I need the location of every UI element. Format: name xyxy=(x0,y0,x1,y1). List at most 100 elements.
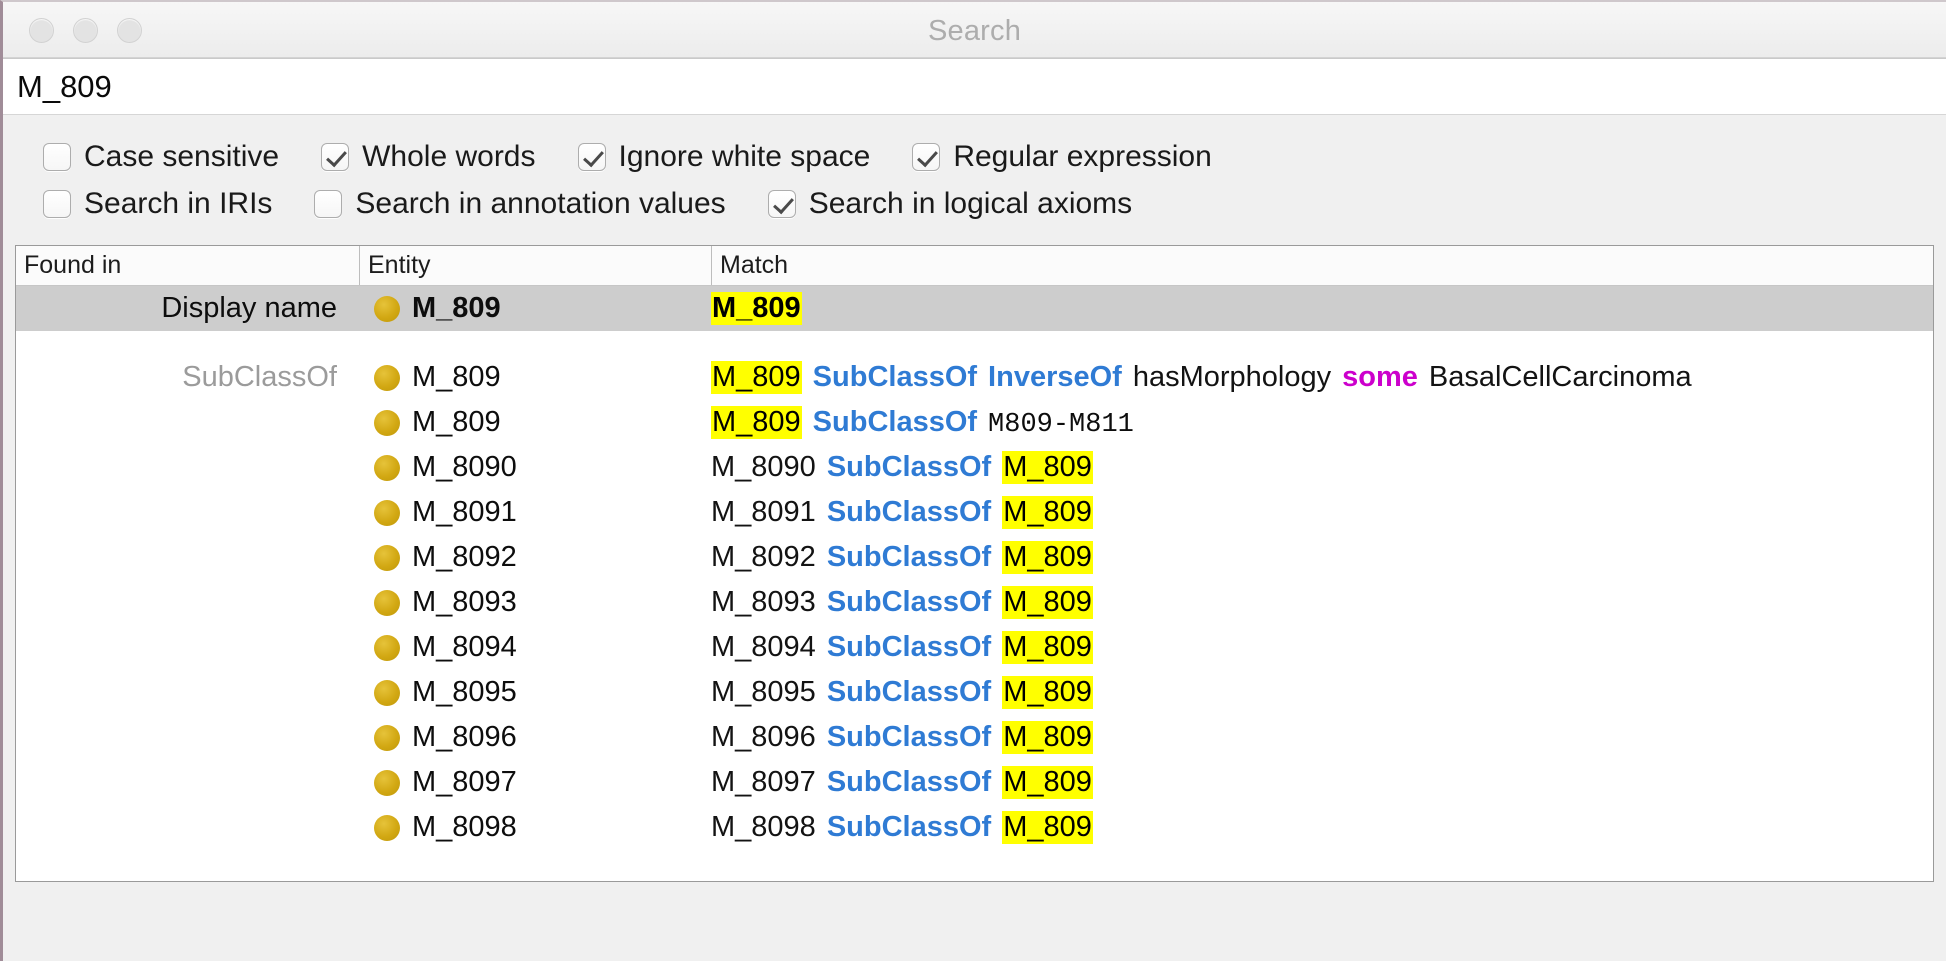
checked-checkbox-icon[interactable] xyxy=(767,189,796,218)
class-entity-icon xyxy=(374,295,400,322)
cell-match: M_8096 SubClassOf M_809 xyxy=(711,721,1933,754)
checkbox-label: Whole words xyxy=(362,139,536,173)
cell-match: M_8095 SubClassOf M_809 xyxy=(711,676,1933,709)
entity-label: M_809 xyxy=(412,361,501,393)
match-token: M_8097 xyxy=(711,766,816,798)
cell-entity: M_8090 xyxy=(359,451,711,484)
entity-label: M_8090 xyxy=(412,451,517,483)
table-row[interactable]: M_809 M_809 SubClassOf M809-M811 xyxy=(16,400,1933,445)
class-entity-icon xyxy=(374,364,400,391)
match-token: M_8090 xyxy=(711,451,816,483)
cell-match: M_8090 SubClassOf M_809 xyxy=(711,451,1933,484)
table-row[interactable]: M_8093 M_8093 SubClassOf M_809 xyxy=(16,580,1933,625)
match-token: some xyxy=(1342,361,1418,393)
table-row[interactable]: SubClassOf M_809 M_809 SubClassOf InverseOf h… xyxy=(16,355,1933,400)
entity-label: M_809 xyxy=(412,406,501,438)
match-token: SubClassOf xyxy=(826,676,992,708)
match-token: BasalCellCarcinoma xyxy=(1428,361,1692,393)
match-token: SubClassOf xyxy=(826,451,992,483)
entity-label: M_809 xyxy=(412,292,501,324)
checkbox-search-in-annotation-values[interactable]: Search in annotation values xyxy=(314,186,726,221)
table-row[interactable]: M_8092 M_8092 SubClassOf M_809 xyxy=(16,535,1933,580)
search-options-panel: Case sensitive Whole words Ignore white sp… xyxy=(3,115,1946,241)
match-token: M_809 xyxy=(1002,451,1093,484)
class-entity-icon xyxy=(374,769,400,796)
cell-found-in: Display name xyxy=(161,292,337,324)
match-token: SubClassOf xyxy=(826,496,992,528)
match-token: M809-M811 xyxy=(988,409,1134,440)
cell-match: M_8094 SubClassOf M_809 xyxy=(711,631,1933,664)
match-token: SubClassOf xyxy=(826,721,992,753)
cell-match: M_8098 SubClassOf M_809 xyxy=(711,811,1933,844)
search-window: Search Case sensitive Whole words Ignore w… xyxy=(0,0,1946,961)
match-token: SubClassOf xyxy=(826,766,992,798)
search-input[interactable] xyxy=(13,68,1936,105)
checkbox-label: Search in annotation values xyxy=(355,186,726,220)
checkbox-search-in-iris[interactable]: Search in IRIs xyxy=(43,187,272,221)
entity-label: M_8094 xyxy=(412,631,517,663)
checkbox-regular-expression[interactable]: Regular expression xyxy=(912,139,1212,174)
match-token: hasMorphology xyxy=(1132,361,1332,393)
checkbox-label: Ignore white space xyxy=(618,139,871,173)
match-token: M_809 xyxy=(1002,811,1093,844)
table-row[interactable]: M_8091 M_8091 SubClassOf M_809 xyxy=(16,490,1933,535)
cell-entity: M_8093 xyxy=(359,586,711,619)
match-token: SubClassOf xyxy=(812,361,978,393)
entity-label: M_8097 xyxy=(412,766,517,798)
match-token: SubClassOf xyxy=(826,586,992,618)
entity-label: M_8092 xyxy=(412,541,517,573)
checked-checkbox-icon[interactable] xyxy=(321,142,350,171)
search-results-table[interactable]: Found in Entity Match Display name M_809 M… xyxy=(15,245,1934,882)
match-token: M_8093 xyxy=(711,586,816,618)
match-token: M_809 xyxy=(1002,631,1093,664)
cell-entity: M_809 xyxy=(359,406,711,439)
unchecked-checkbox-icon[interactable] xyxy=(43,189,71,218)
table-row[interactable]: M_8094 M_8094 SubClassOf M_809 xyxy=(16,625,1933,670)
cell-match: M_8093 SubClassOf M_809 xyxy=(711,586,1933,619)
match-token: M_8094 xyxy=(711,631,816,663)
match-token: M_809 xyxy=(711,292,802,325)
match-token: SubClassOf xyxy=(826,811,992,843)
table-row[interactable]: M_8098 M_8098 SubClassOf M_809 xyxy=(16,805,1933,850)
search-field-container[interactable] xyxy=(3,58,1946,115)
column-header-found-in[interactable]: Found in xyxy=(16,246,359,285)
column-header-match[interactable]: Match xyxy=(711,246,1933,285)
checked-checkbox-icon[interactable] xyxy=(577,142,606,171)
table-row[interactable]: M_8090 M_8090 SubClassOf M_809 xyxy=(16,445,1933,490)
match-token: M_8096 xyxy=(711,721,816,753)
match-token: M_8091 xyxy=(711,496,816,528)
checkbox-case-sensitive[interactable]: Case sensitive xyxy=(43,140,279,174)
search-options-row-1: Case sensitive Whole words Ignore white sp… xyxy=(3,133,1946,180)
table-row[interactable]: M_8096 M_8096 SubClassOf M_809 xyxy=(16,715,1933,760)
table-row[interactable]: Display name M_809 M_809 xyxy=(16,286,1933,331)
checkbox-search-in-logical-axioms[interactable]: Search in logical axioms xyxy=(767,186,1133,221)
cell-entity: M_8098 xyxy=(359,811,711,844)
match-token: M_8098 xyxy=(711,811,816,843)
match-token: M_809 xyxy=(1002,586,1093,619)
checkbox-ignore-white-space[interactable]: Ignore white space xyxy=(577,139,871,174)
checked-checkbox-icon[interactable] xyxy=(912,142,941,171)
column-header-entity[interactable]: Entity xyxy=(359,246,711,285)
unchecked-checkbox-icon[interactable] xyxy=(43,142,71,171)
cell-entity: M_8096 xyxy=(359,721,711,754)
table-body: Display name M_809 M_809 SubClassOf M_809 M_8… xyxy=(16,286,1933,850)
cell-match: M_809 SubClassOf InverseOf hasMorphology som… xyxy=(711,361,1933,394)
class-entity-icon xyxy=(374,454,400,481)
window-title: Search xyxy=(927,15,1022,47)
checkbox-label: Regular expression xyxy=(953,139,1212,173)
cell-entity: M_8097 xyxy=(359,766,711,799)
table-row[interactable]: M_8097 M_8097 SubClassOf M_809 xyxy=(16,760,1933,805)
table-row[interactable]: M_8095 M_8095 SubClassOf M_809 xyxy=(16,670,1933,715)
table-header-row: Found in Entity Match xyxy=(16,246,1933,286)
checkbox-label: Search in logical axioms xyxy=(808,186,1133,220)
match-token: M_809 xyxy=(1002,496,1093,529)
match-token: M_809 xyxy=(1002,541,1093,574)
cell-match: M_809 SubClassOf M809-M811 xyxy=(711,405,1933,440)
unchecked-checkbox-icon[interactable] xyxy=(314,189,343,218)
match-token: InverseOf xyxy=(988,361,1122,393)
checkbox-whole-words[interactable]: Whole words xyxy=(321,139,536,174)
entity-label: M_8098 xyxy=(412,811,517,843)
cell-match: M_8097 SubClassOf M_809 xyxy=(711,766,1933,799)
entity-label: M_8091 xyxy=(412,496,517,528)
table-row-spacer xyxy=(16,331,1933,355)
